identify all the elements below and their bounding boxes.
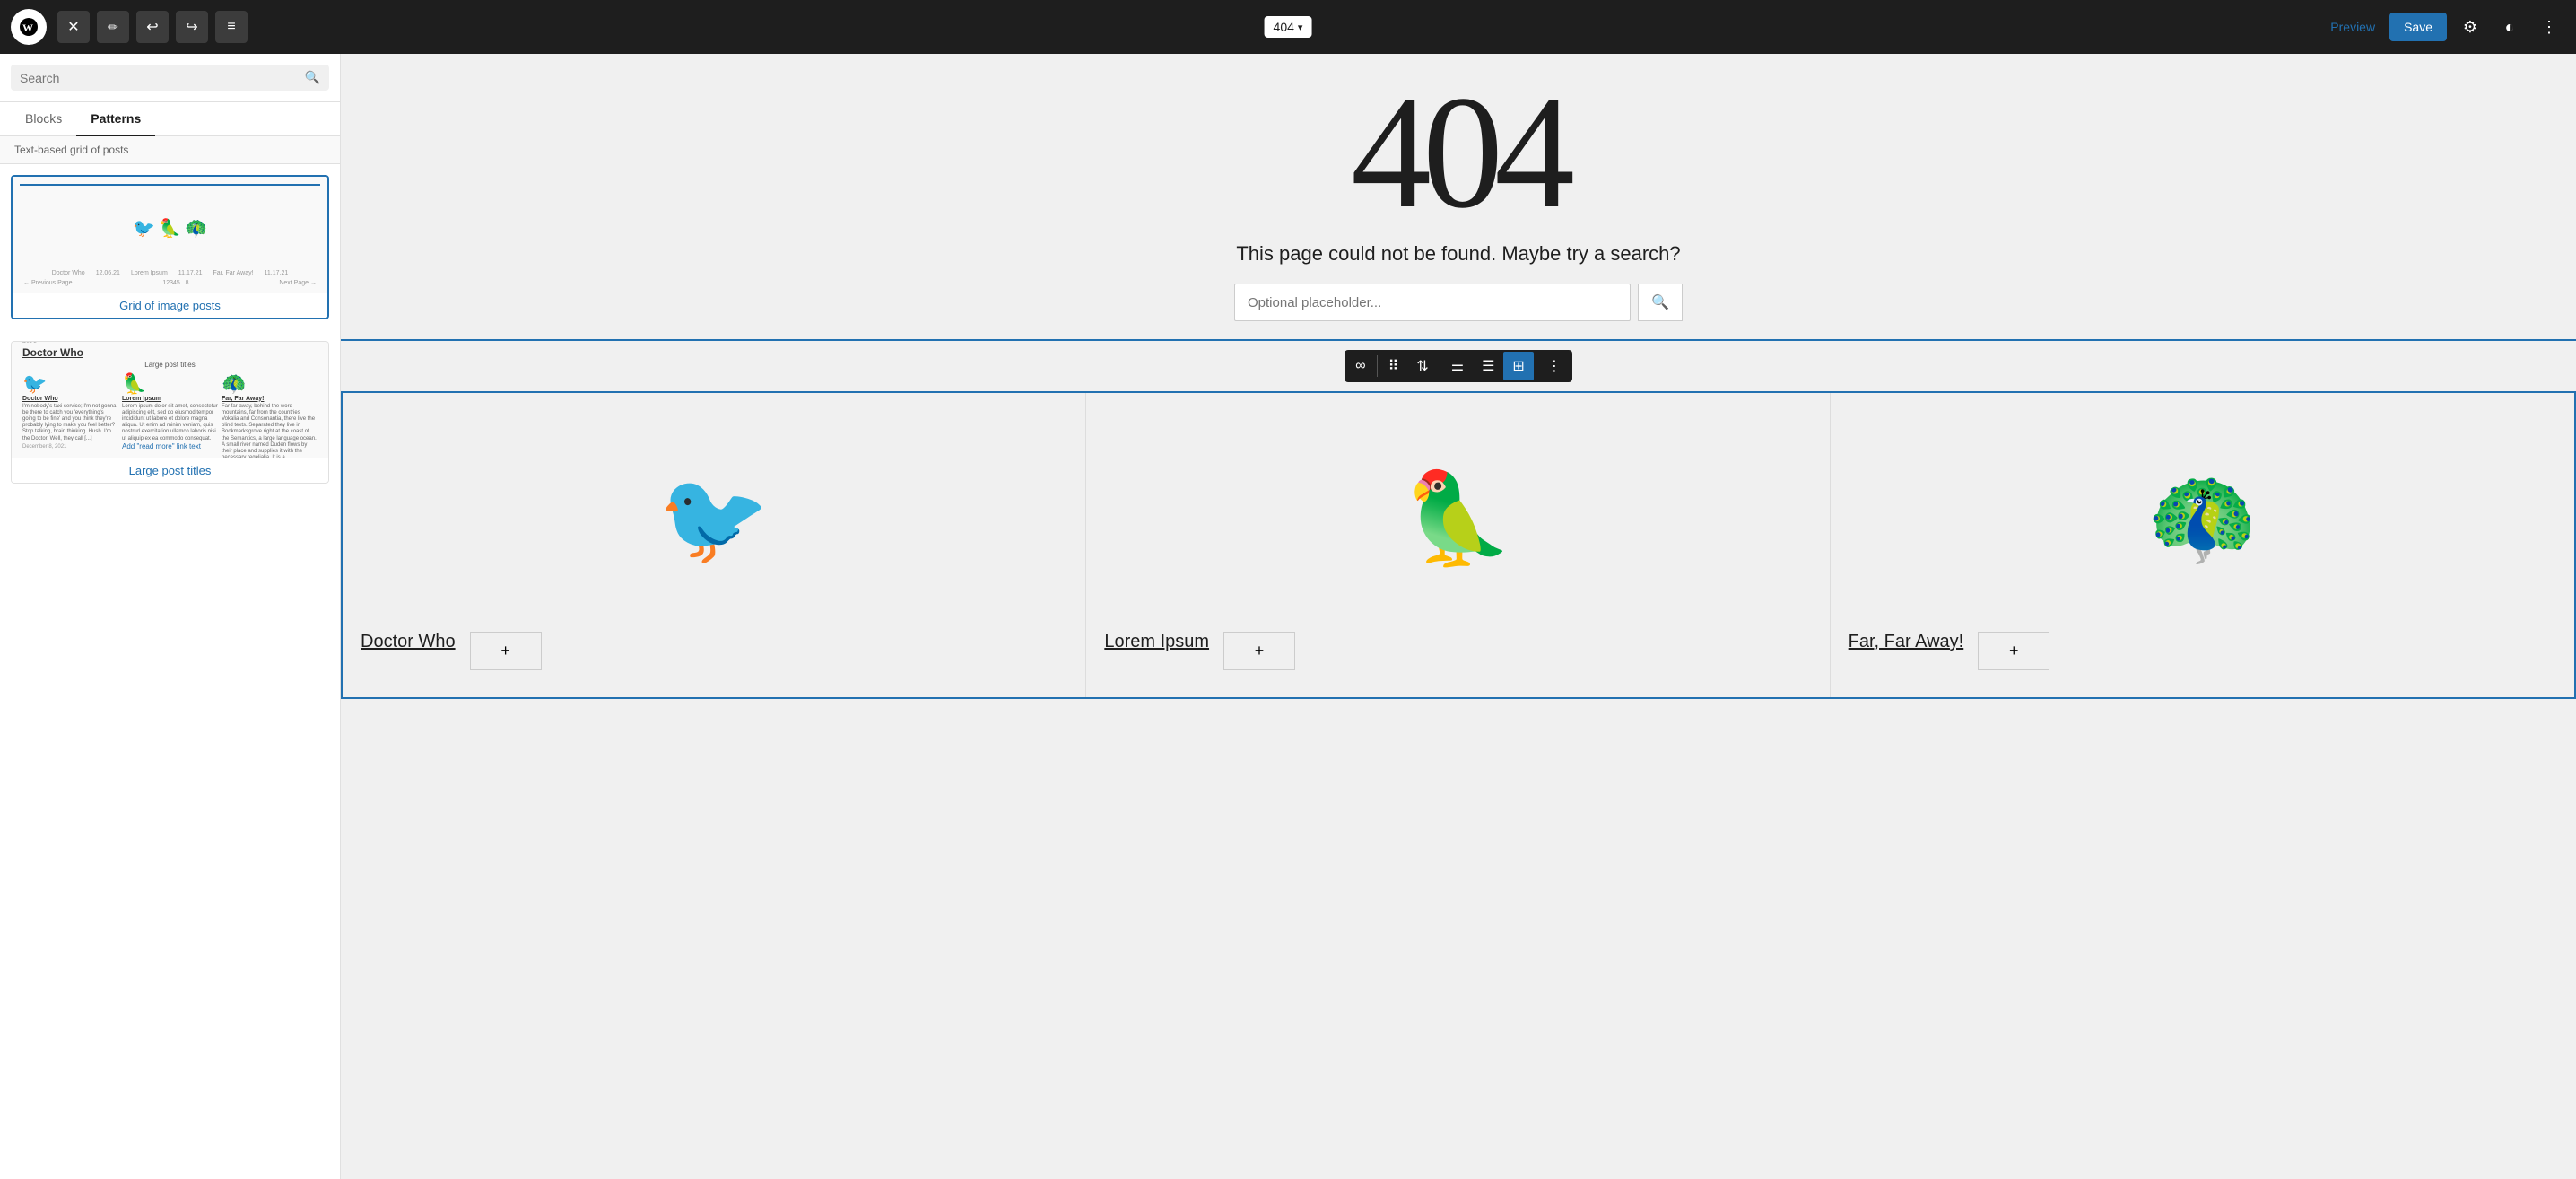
post-card-inner-1: Doctor Who +: [361, 632, 1067, 670]
post-card-inner-2: Lorem Ipsum +: [1104, 632, 1811, 670]
bt-settings-button[interactable]: ⚌: [1442, 352, 1473, 380]
posts-grid-section: 🐦 Doctor Who + 🦜 Lorem Ipsum +: [341, 391, 2576, 699]
block-toolbar-wrap: ∞ ⠿ ⇅ ⚌ ☰ ⊞: [341, 339, 2576, 391]
search-form: 🔍: [1234, 284, 1683, 321]
tabs-row: Blocks Patterns: [0, 102, 340, 136]
post-bird-lorem-ipsum: 🦜: [1104, 420, 1811, 617]
search-box: 🔍: [11, 65, 329, 91]
post-title-lorem-ipsum[interactable]: Lorem Ipsum: [1104, 632, 1209, 652]
gear-icon: ⚙: [2463, 18, 2477, 37]
wp-logo[interactable]: W: [11, 9, 47, 45]
search-submit-icon: 🔍: [1651, 295, 1669, 310]
bt-divider-1: [1377, 355, 1378, 377]
page-badge[interactable]: 404 ▾: [1265, 16, 1312, 38]
bt-align-button[interactable]: ☰: [1473, 352, 1503, 380]
infinity-icon: ∞: [1355, 358, 1365, 374]
close-icon: ✕: [67, 18, 79, 36]
post-title-doctor-who[interactable]: Doctor Who: [361, 632, 456, 652]
mini-text-row: Doctor Who 12.06.21 Lorem Ipsum 11.17.21…: [20, 270, 320, 276]
post-bird-far-far-away: 🦚: [1849, 420, 2556, 617]
more-options-button[interactable]: ⋮: [2533, 11, 2565, 43]
preview-button[interactable]: Preview: [2323, 14, 2382, 39]
search-icon: 🔍: [305, 70, 320, 85]
pattern-preview-grid-image: 🐦 🦜 🦚 Doctor Who 12.06.21 Lorem Ipsum 11…: [13, 177, 327, 293]
plus-icon-2: +: [1255, 642, 1265, 660]
pattern-label-large-post: Large post titles: [12, 458, 328, 483]
toolbar-right: Preview Save ⚙ ◐ ⋮: [2323, 11, 2565, 43]
post-add-btn-doctor-who[interactable]: +: [470, 632, 542, 670]
pattern-card-large-post[interactable]: Dec 8 Doctor Who Large post titles 🐦 Doc…: [11, 341, 329, 484]
posts-grid: 🐦 Doctor Who + 🦜 Lorem Ipsum +: [343, 393, 2574, 697]
mini-bird-1: 🐦: [133, 217, 155, 240]
plus-icon-1: +: [500, 642, 510, 660]
ellipsis-icon: ⋮: [2541, 18, 2557, 37]
top-toolbar: W ✕ ✏ ↩ ↪ ≡ 404 ▾ Preview Save ⚙ ◐ ⋮: [0, 0, 2576, 54]
404-number: 404: [377, 72, 2540, 233]
mini-bird-3: 🦚: [185, 217, 207, 240]
pattern-label-grid-image: Grid of image posts: [13, 293, 327, 318]
svg-text:W: W: [22, 22, 33, 34]
bt-settings-icon: ⚌: [1451, 357, 1464, 375]
mini-pagination: ← Previous Page 12345...8 Next Page →: [20, 280, 320, 286]
settings-button[interactable]: ⚙: [2454, 11, 2486, 43]
post-add-btn-lorem-ipsum[interactable]: +: [1223, 632, 1295, 670]
undo-icon: ↩: [146, 18, 158, 36]
section-label: Text-based grid of posts: [0, 136, 340, 164]
tab-blocks[interactable]: Blocks: [11, 102, 76, 136]
bt-move-button[interactable]: ⇅: [1407, 352, 1437, 380]
drag-icon: ⠿: [1388, 357, 1399, 375]
tab-patterns[interactable]: Patterns: [76, 102, 155, 136]
bt-more-button[interactable]: ⋮: [1538, 352, 1571, 380]
sidebar: 🔍 Blocks Patterns Text-based grid of pos…: [0, 54, 341, 1179]
post-bird-doctor-who: 🐦: [361, 420, 1067, 617]
post-card-doctor-who: 🐦 Doctor Who +: [343, 393, 1086, 697]
pencil-icon: ✏: [108, 20, 118, 35]
mini-bird-2: 🦜: [159, 217, 181, 240]
bt-grid-button[interactable]: ⊞: [1503, 352, 1533, 380]
redo-icon: ↪: [186, 18, 197, 36]
undo-button[interactable]: ↩: [136, 11, 169, 43]
canvas-area: 404 This page could not be found. Maybe …: [341, 54, 2576, 1179]
not-found-text: This page could not be found. Maybe try …: [377, 242, 2540, 266]
post-title-far-far-away[interactable]: Far, Far Away!: [1849, 632, 1964, 652]
post-card-lorem-ipsum: 🦜 Lorem Ipsum +: [1086, 393, 1830, 697]
post-card-inner-3: Far, Far Away! +: [1849, 632, 2556, 670]
four-o-four-section: 404 This page could not be found. Maybe …: [341, 54, 2576, 339]
canvas-search-input[interactable]: [1234, 284, 1631, 321]
list-icon: ≡: [227, 19, 235, 35]
toolbar-center: 404 ▾: [1265, 16, 1312, 38]
move-icon: ⇅: [1416, 357, 1428, 375]
pencil-button[interactable]: ✏: [97, 11, 129, 43]
chevron-down-icon: ▾: [1298, 22, 1303, 33]
main-layout: 🔍 Blocks Patterns Text-based grid of pos…: [0, 54, 2576, 1179]
bt-grid-icon: ⊞: [1512, 357, 1524, 375]
block-toolbar: ∞ ⠿ ⇅ ⚌ ☰ ⊞: [1345, 350, 1572, 382]
pattern-card-grid-image[interactable]: 🐦 🦜 🦚 Doctor Who 12.06.21 Lorem Ipsum 11…: [11, 175, 329, 319]
bt-align-icon: ☰: [1482, 357, 1494, 375]
bt-drag-button[interactable]: ⠿: [1379, 352, 1408, 380]
page-label: 404: [1274, 20, 1294, 34]
post-card-far-far-away: 🦚 Far, Far Away! +: [1831, 393, 2574, 697]
close-button[interactable]: ✕: [57, 11, 90, 43]
search-area: 🔍: [0, 54, 340, 102]
contrast-icon: ◐: [2505, 18, 2515, 37]
search-input[interactable]: [20, 71, 298, 85]
post-add-btn-far-far-away[interactable]: +: [1978, 632, 2049, 670]
plus-icon-3: +: [2009, 642, 2019, 660]
canvas-search-button[interactable]: 🔍: [1638, 284, 1683, 321]
bt-more-icon: ⋮: [1547, 357, 1562, 375]
list-button[interactable]: ≡: [215, 11, 248, 43]
bt-infinity-button[interactable]: ∞: [1346, 353, 1374, 380]
save-button[interactable]: Save: [2389, 13, 2447, 41]
redo-button[interactable]: ↪: [176, 11, 208, 43]
pattern-preview-large-post: Dec 8 Doctor Who Large post titles 🐦 Doc…: [12, 342, 328, 458]
contrast-button[interactable]: ◐: [2493, 11, 2526, 43]
